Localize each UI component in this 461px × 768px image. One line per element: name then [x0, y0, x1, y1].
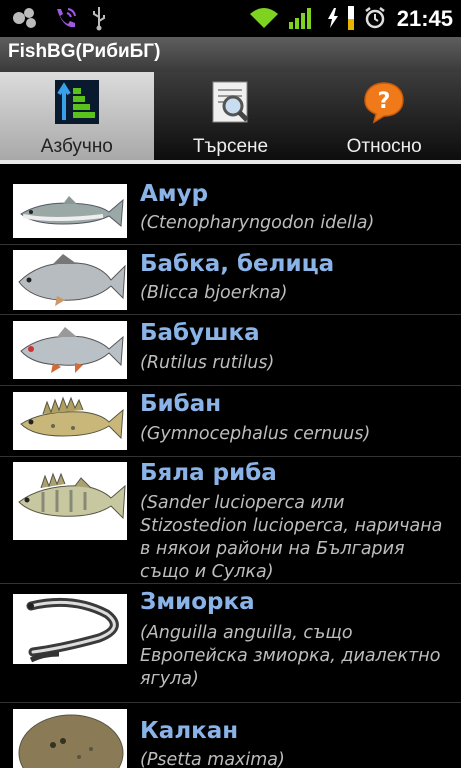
- fish-name: Амур: [140, 181, 209, 207]
- grass-carp-image: [13, 184, 127, 238]
- alarm-icon: [362, 5, 388, 31]
- list-item[interactable]: Бибан (Gymnocephalus cernuus): [0, 386, 461, 457]
- tab-about[interactable]: ? Относно: [307, 72, 461, 164]
- tab-alphabetic-label: Азбучно: [40, 136, 113, 157]
- silver-bream-image: [13, 250, 127, 310]
- search-document-icon: [209, 80, 253, 124]
- fish-name: Бабушка: [140, 320, 260, 346]
- question-icon: ?: [362, 80, 406, 124]
- list-item[interactable]: Змиорка (Anguilla anguilla, също Европей…: [0, 584, 461, 703]
- signal-icon: [288, 5, 314, 31]
- app-title: FishBG(РибиБГ): [8, 41, 161, 62]
- ruffe-image: [13, 392, 127, 450]
- charging-icon: [326, 5, 340, 31]
- usb-icon: [88, 5, 110, 31]
- fish-latin-name: (Gymnocephalus cernuus): [140, 424, 371, 444]
- tab-search[interactable]: Търсене: [153, 72, 308, 164]
- tab-underline: [0, 160, 461, 164]
- status-time: 21:45: [396, 6, 453, 31]
- list-item[interactable]: Бабка, белица (Blicca bjoerkna): [0, 245, 461, 315]
- app-title-bar: FishBG(РибиБГ): [0, 37, 461, 73]
- list-item[interactable]: Бабушка (Rutilus rutilus): [0, 315, 461, 386]
- eel-image: [13, 594, 127, 664]
- fish-name: Змиорка: [140, 589, 255, 615]
- svg-text:?: ?: [378, 89, 391, 114]
- tab-bar: Азбучно Търсене ? Относно: [0, 72, 461, 164]
- tab-about-label: Относно: [346, 136, 422, 157]
- list-item[interactable]: Бяла риба (Sander lucioperca или Stizost…: [0, 457, 461, 584]
- battery-icon: [344, 5, 358, 31]
- fish-list[interactable]: Амур (Ctenopharyngodon idella) Бабка, бе…: [0, 176, 461, 768]
- fish-latin-name: (Ctenopharyngodon idella): [140, 213, 375, 233]
- tab-alphabetic[interactable]: Азбучно: [0, 72, 154, 164]
- fish-latin-name: (Anguilla anguilla, също Европейска змио…: [140, 623, 441, 689]
- fish-latin-name: (Rutilus rutilus): [140, 353, 275, 373]
- list-item[interactable]: Амур (Ctenopharyngodon idella): [0, 176, 461, 245]
- tab-search-label: Търсене: [192, 136, 269, 157]
- fish-latin-name: (Sander lucioperca или Stizostedion luci…: [140, 493, 443, 582]
- phone-call-icon: [50, 5, 80, 31]
- fish-name: Бабка, белица: [140, 251, 335, 277]
- status-bar: 21:45: [0, 0, 461, 37]
- zander-image: [13, 462, 127, 540]
- fish-latin-name: (Blicca bjoerkna): [140, 283, 288, 303]
- fish-name: Бибан: [140, 391, 222, 417]
- wifi-icon: [249, 5, 279, 31]
- roach-image: [13, 321, 127, 379]
- alphabetic-sort-icon: [54, 80, 99, 124]
- fish-name: Бяла риба: [140, 460, 277, 486]
- turbot-image: [13, 709, 127, 768]
- fish-name: Калкан: [140, 718, 239, 744]
- list-item[interactable]: Калкан (Psetta maxima): [0, 703, 461, 768]
- fish-latin-name: (Psetta maxima): [140, 750, 285, 768]
- android-icon: [8, 5, 42, 31]
